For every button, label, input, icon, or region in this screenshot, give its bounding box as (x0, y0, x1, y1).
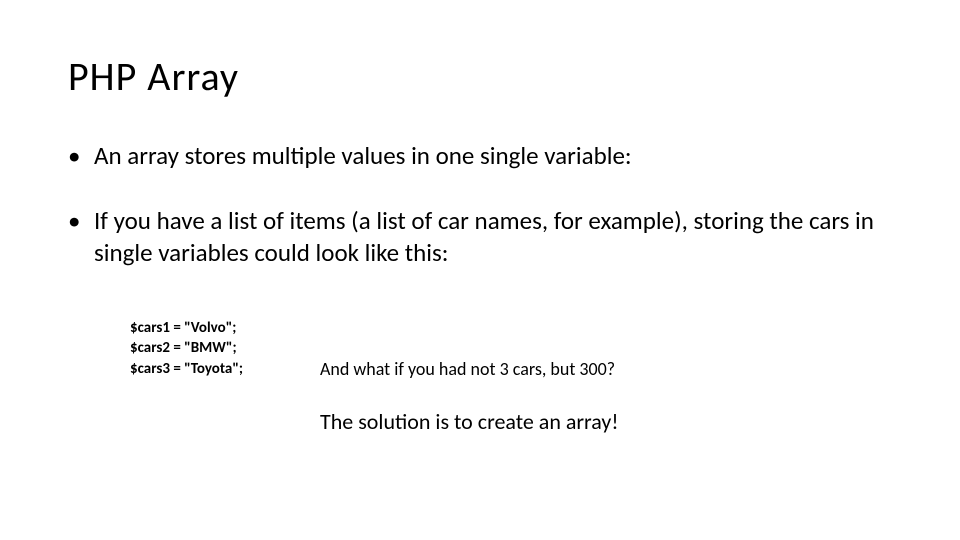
note-solution: The solution is to create an array! (320, 408, 619, 435)
code-block: $cars1 = "Volvo"; $cars2 = "BMW"; $cars3… (130, 318, 243, 379)
code-line: $cars3 = "Toyota"; (130, 360, 243, 378)
code-line: $cars2 = "BMW"; (130, 339, 237, 357)
bullet-item: An array stores multiple values in one s… (68, 140, 900, 171)
slide-title: PHP Array (68, 52, 239, 101)
code-line: $cars1 = "Volvo"; (130, 319, 236, 337)
note-question: And what if you had not 3 cars, but 300? (320, 358, 615, 380)
slide-body: An array stores multiple values in one s… (68, 140, 900, 302)
bullet-item: If you have a list of items (a list of c… (68, 205, 900, 268)
slide: PHP Array An array stores multiple value… (0, 0, 960, 540)
